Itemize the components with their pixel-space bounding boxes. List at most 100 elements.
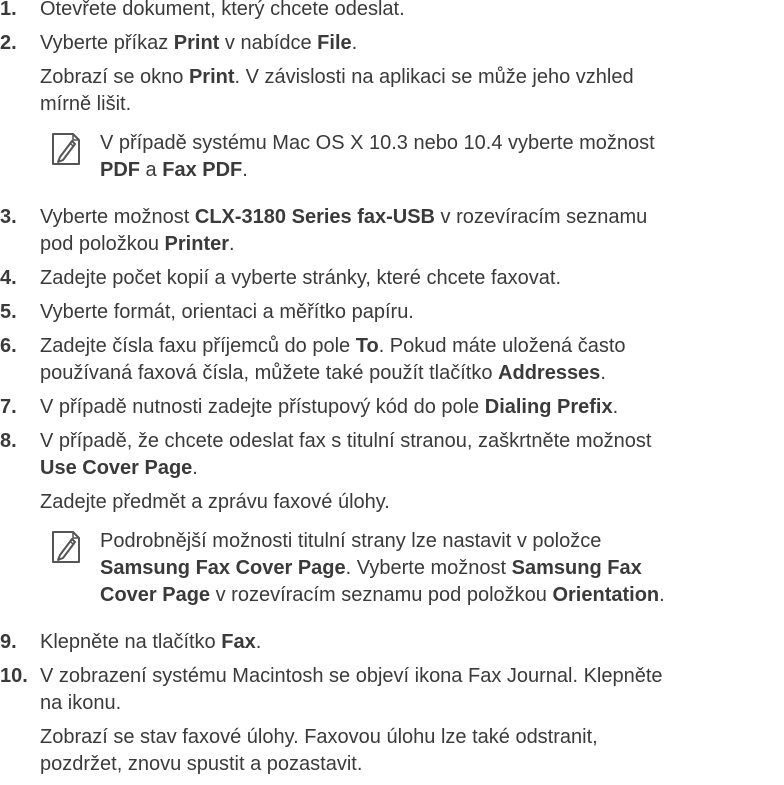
emphasized-term: File (317, 32, 352, 54)
text-run: Vyberte příkaz (40, 32, 174, 54)
text-run: na ikonu. (40, 692, 122, 714)
text-line: Cover Page v rozevíracím seznamu pod pol… (100, 582, 784, 609)
emphasized-term: CLX-3180 Series fax-USB (194, 206, 435, 228)
text-run: Zobrazí se stav faxové úlohy. Faxovou úl… (40, 726, 598, 748)
text-line: V zobrazení systému Macintosh se objeví … (40, 663, 784, 690)
list-item: 7. V případě nutnosti zadejte přístupový … (0, 394, 784, 421)
text-run: Podrobnější možnosti titulní strany lze … (100, 530, 602, 552)
text-line: na ikonu. (40, 690, 784, 717)
emphasized-term: Use Cover Page (40, 457, 193, 479)
list-item: 6. Zadejte čísla faxu příjemců do pole To… (0, 333, 784, 387)
text-line: Zobrazí se okno Print. V závislosti na a… (40, 64, 784, 91)
step-number: 4. (0, 267, 17, 289)
list-item: 9. Klepněte na tlačítko Fax. (0, 629, 784, 656)
text-run: V zobrazení systému Macintosh se objeví … (40, 665, 663, 687)
step-number: 1. (0, 0, 17, 20)
text-line: Use Cover Page. (40, 455, 784, 482)
text-run: . (612, 396, 619, 418)
text-run: . V závislosti na aplikaci se může jeho … (234, 66, 634, 88)
list-item: 5. Vyberte formát, orientaci a měřítko pa… (0, 299, 784, 326)
text-run: . (192, 457, 198, 479)
text-line: Vyberte příkaz Print v nabídce File. (40, 30, 784, 57)
step-number: 8. (0, 430, 17, 452)
text-line: Samsung Fax Cover Page. Vyberte možnost … (100, 555, 784, 582)
step-number: 2. (0, 32, 17, 54)
text-line: PDF a Fax PDF. (100, 157, 784, 184)
text-run: používaná faxová čísla, můžete také použ… (40, 362, 499, 384)
text-line: Klepněte na tlačítko Fax. (40, 629, 784, 656)
text-run: mírně lišit. (40, 93, 132, 115)
text-run: Zobrazí se okno (40, 66, 189, 88)
emphasized-term: Cover Page (100, 584, 211, 606)
text-run: Vyberte možnost (40, 206, 195, 228)
emphasized-term: Print (188, 66, 235, 88)
text-run: . (255, 631, 262, 653)
text-run: Klepněte na tlačítko (40, 631, 222, 653)
emphasized-term: Dialing Prefix (484, 396, 613, 418)
emphasized-term: Orientation (552, 584, 660, 606)
text-run: . (242, 159, 248, 181)
text-line: V případě nutnosti zadejte přístupový kó… (40, 394, 784, 421)
text-line: Zadejte čísla faxu příjemců do pole To. … (40, 333, 784, 360)
text-run: v rozevíracím seznamu (435, 206, 648, 228)
note-block: Podrobnější možnosti titulní strany lze … (40, 528, 784, 609)
text-line: Podrobnější možnosti titulní strany lze … (100, 528, 784, 555)
text-line: V případě systému Mac OS X 10.3 nebo 10.… (100, 130, 784, 157)
text-line: pozdržet, znovu spustit a pozastavit. (40, 751, 784, 778)
list-item: 10. V zobrazení systému Macintosh se obje… (0, 663, 784, 778)
text-line: V případě, že chcete odeslat fax s titul… (40, 428, 784, 455)
text-run: v rozevíracím seznamu pod položkou (210, 584, 553, 606)
step-number: 9. (0, 631, 17, 653)
text-run: Zadejte čísla faxu příjemců do pole (40, 335, 356, 357)
text-run: . Vyberte možnost (345, 557, 512, 579)
text-line: používaná faxová čísla, můžete také použ… (40, 360, 784, 387)
text-line: Vyberte formát, orientaci a měřítko papí… (40, 299, 784, 326)
note-block: V případě systému Mac OS X 10.3 nebo 10.… (40, 130, 784, 184)
text-run: Vyberte formát, orientaci a měřítko papí… (40, 301, 414, 323)
note-pencil-icon (52, 133, 80, 165)
emphasized-term: PDF (100, 159, 140, 181)
text-run: Otevřete dokument, který chcete odeslat. (40, 0, 405, 20)
text-run: . (659, 584, 665, 606)
text-line: pod položkou Printer. (40, 231, 784, 258)
list-item: 1. Otevřete dokument, který chcete odesla… (0, 0, 784, 23)
emphasized-term: Addresses (498, 362, 601, 384)
emphasized-term: Fax (221, 631, 256, 653)
step-detail: Zobrazí se okno Print. V závislosti na a… (40, 64, 784, 118)
instruction-list: 1. Otevřete dokument, který chcete odesla… (0, 0, 784, 785)
list-item: 2. Vyberte příkaz Print v nabídce File. Zo… (0, 30, 784, 184)
list-item: 4. Zadejte počet kopií a vyberte stránky,… (0, 265, 784, 292)
text-run: v nabídce (219, 32, 318, 54)
emphasized-term: To (355, 335, 379, 357)
step-detail: Zadejte předmět a zprávu faxové úlohy. (40, 489, 784, 516)
text-run: . (229, 233, 235, 255)
text-run: V případě systému Mac OS X 10.3 nebo 10.… (100, 132, 655, 154)
text-run: V případě nutnosti zadejte přístupový kó… (40, 396, 485, 418)
text-line: Otevřete dokument, který chcete odeslat. (40, 0, 784, 23)
text-run: pod položkou (40, 233, 165, 255)
list-item: 3. Vyberte možnost CLX-3180 Series fax-US… (0, 204, 784, 258)
text-run: V případě, že chcete odeslat fax s titul… (40, 430, 652, 452)
text-line: Zadejte předmět a zprávu faxové úlohy. (40, 489, 784, 516)
text-run: . (351, 32, 358, 54)
step-number: 6. (0, 335, 17, 357)
emphasized-term: Samsung Fax Cover Page (100, 557, 346, 579)
step-number: 5. (0, 301, 17, 323)
step-number: 10. (0, 665, 28, 687)
text-run: Zadejte počet kopií a vyberte stránky, k… (40, 267, 562, 289)
text-line: Zobrazí se stav faxové úlohy. Faxovou úl… (40, 724, 784, 751)
step-number: 7. (0, 396, 17, 418)
text-run: pozdržet, znovu spustit a pozastavit. (40, 753, 363, 775)
step-number: 3. (0, 206, 17, 228)
text-run: Zadejte předmět a zprávu faxové úlohy. (40, 491, 390, 513)
step-detail: Zobrazí se stav faxové úlohy. Faxovou úl… (40, 724, 784, 778)
text-line: mírně lišit. (40, 91, 784, 118)
list-item: 8. V případě, že chcete odeslat fax s tit… (0, 428, 784, 609)
text-run: . Pokud máte uložená často (378, 335, 626, 357)
text-line: Zadejte počet kopií a vyberte stránky, k… (40, 265, 784, 292)
emphasized-term: Print (173, 32, 220, 54)
emphasized-term: Samsung Fax (511, 557, 642, 579)
text-run: a (140, 159, 163, 181)
note-pencil-icon (52, 531, 80, 563)
emphasized-term: Fax PDF (162, 159, 243, 181)
